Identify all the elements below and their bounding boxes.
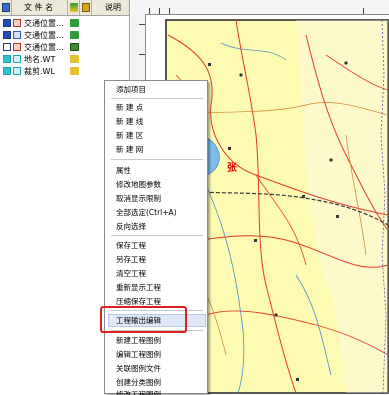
layer-row[interactable]: 交通位置... (0, 42, 129, 53)
town-marker (274, 313, 278, 317)
menu-item-modify-map-params[interactable]: 修改地图参数 (116, 179, 206, 191)
layer-visible-checkbox[interactable] (3, 43, 11, 51)
menu-separator (111, 235, 203, 236)
menu-item-modify-project-legend[interactable]: 修改工程图例 (116, 389, 206, 395)
layer-name: 裁剪.WL (24, 67, 55, 76)
town-marker (329, 158, 333, 162)
region-file-icon (13, 19, 21, 27)
header-filename[interactable]: 文 件 名 (12, 0, 68, 15)
menu-item-clear-project[interactable]: 清空工程 (116, 268, 206, 280)
town-marker (208, 63, 211, 66)
menu-item-new-line[interactable]: 新 建 线 (116, 116, 206, 128)
layer-visible-checkbox[interactable] (3, 19, 11, 27)
town-marker (254, 239, 257, 242)
menu-item-add-item[interactable]: 添加项目 (116, 84, 206, 96)
menu-item-redisplay-project[interactable]: 重新显示工程 (116, 282, 206, 294)
layer-visible-checkbox[interactable] (3, 67, 11, 75)
layer-row[interactable]: 地名.WT (0, 54, 129, 65)
region-file-icon (13, 43, 21, 51)
menu-item-new-project-legend[interactable]: 新建工程图例 (116, 335, 206, 347)
layer-name: 交通位置... (24, 19, 64, 28)
layer-row[interactable]: 裁剪.WL (0, 66, 129, 77)
layer-status-icon[interactable] (70, 67, 79, 75)
header-note[interactable]: 说明 (92, 0, 129, 15)
ruler-tick (159, 8, 160, 14)
layer-status-icon[interactable] (70, 19, 79, 27)
context-menu: 添加项目 新 建 点 新 建 线 新 建 区 新 建 网 属性 修改地图参数 取… (104, 80, 208, 395)
menu-item-save-project[interactable]: 保存工程 (116, 240, 206, 252)
header-status-cell[interactable] (68, 0, 80, 15)
town-marker (296, 378, 299, 381)
menu-separator (111, 98, 203, 99)
menu-separator (111, 159, 203, 160)
layer-status-icon[interactable] (70, 31, 79, 39)
town-marker (336, 215, 339, 218)
map-label-red: 张 (227, 161, 238, 174)
ruler-top (131, 0, 389, 15)
layer-status-icon[interactable] (70, 55, 79, 63)
status-icon (70, 3, 78, 12)
layer-row[interactable]: 交通位置... (0, 18, 129, 29)
header-edit-cell[interactable] (80, 0, 92, 15)
town-marker (228, 147, 231, 150)
menu-item-edit-project-legend[interactable]: 编辑工程图例 (116, 349, 206, 361)
layer-panel-header: 文 件 名 说明 (0, 0, 129, 16)
layer-status-icon[interactable] (70, 43, 79, 51)
layer-visible-checkbox[interactable] (3, 31, 11, 39)
menu-item-new-point[interactable]: 新 建 点 (116, 102, 206, 114)
edit-icon (82, 3, 90, 12)
layer-name: 交通位置... (24, 31, 64, 40)
ruler-tick (149, 8, 150, 14)
ruler-tick (363, 8, 364, 14)
menu-item-link-legend-file[interactable]: 关联图例文件 (116, 363, 206, 375)
town-marker (344, 61, 348, 65)
menu-item-cancel-display-limit[interactable]: 取消显示限制 (116, 193, 206, 205)
book-icon (2, 3, 10, 12)
layer-row[interactable]: 交通位置... (0, 30, 129, 41)
ruler-tick (139, 54, 145, 55)
layer-name: 地名.WT (24, 55, 56, 64)
menu-item-save-project-as[interactable]: 另存工程 (116, 254, 206, 266)
town-marker (239, 73, 243, 77)
layer-visible-checkbox[interactable] (3, 55, 11, 63)
town-marker (302, 195, 305, 198)
line-file-icon (13, 31, 21, 39)
ruler-tick (169, 8, 170, 14)
header-filename-label: 文 件 名 (24, 3, 54, 12)
menu-item-new-region[interactable]: 新 建 区 (116, 130, 206, 142)
layer-name: 交通位置... (24, 43, 64, 52)
menu-item-select-all[interactable]: 全部选定(Ctrl+A) (116, 207, 206, 219)
line-file-icon (13, 67, 21, 75)
header-note-label: 说明 (105, 3, 121, 12)
header-visibility-cell[interactable] (0, 0, 12, 15)
menu-item-invert-selection[interactable]: 反向选择 (116, 221, 206, 233)
point-file-icon (13, 55, 21, 63)
menu-item-properties[interactable]: 属性 (116, 165, 206, 177)
menu-item-new-network[interactable]: 新 建 网 (116, 144, 206, 156)
menu-item-create-category-legend[interactable]: 创建分类图例 (116, 377, 206, 389)
highlight-annotation (100, 306, 187, 333)
ruler-tick (139, 24, 145, 25)
